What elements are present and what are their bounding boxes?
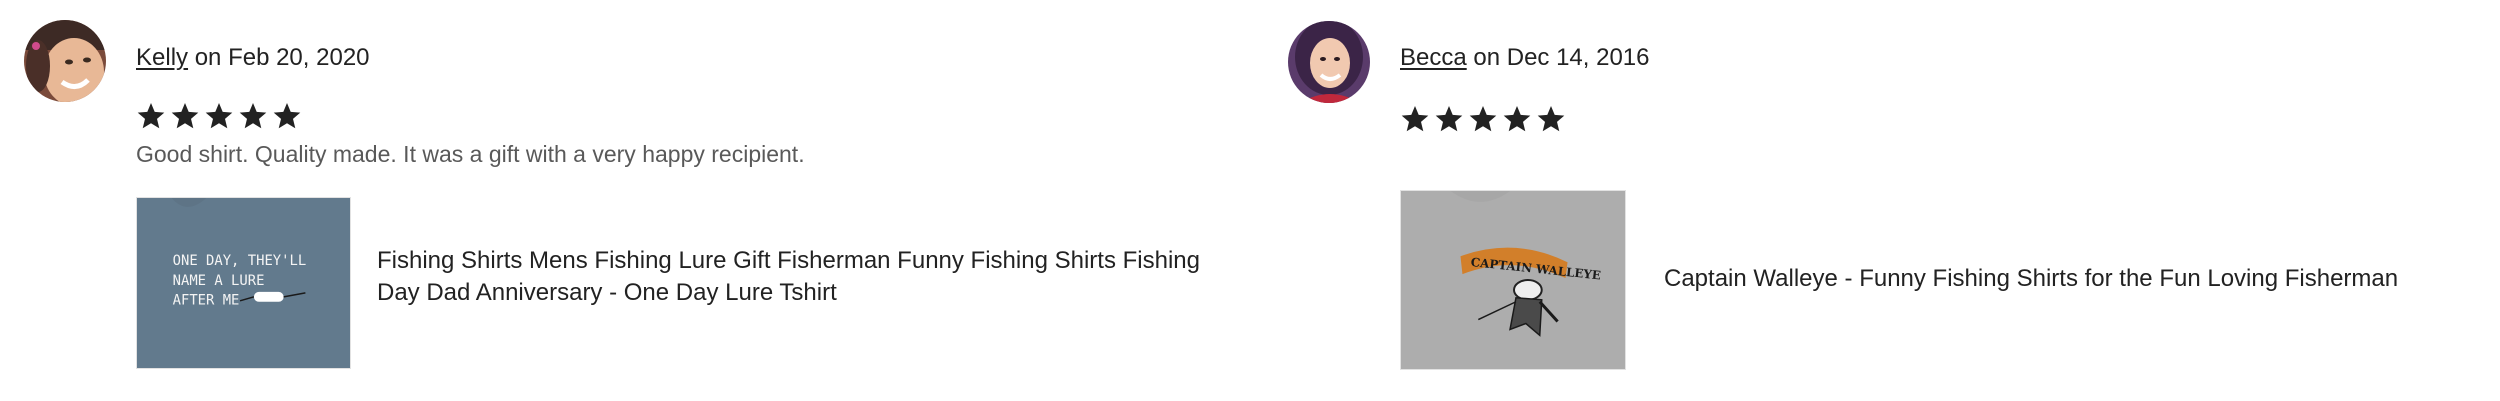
review-date: Dec 14, 2016 (1506, 44, 1650, 71)
reviewer-name-link[interactable]: Kelly (136, 44, 188, 71)
date-prefix: on (1466, 44, 1507, 71)
product-thumbnail[interactable]: CAPTAIN WALLEYE (1400, 190, 1626, 370)
review-card: Becca on Dec 14, 2016 CAPTAIN WALLEYE Ca… (1270, 0, 2500, 401)
date-prefix: on (188, 44, 229, 71)
star-icon (204, 101, 234, 131)
lure-graphic (253, 291, 284, 302)
review-byline: Kelly on Feb 20, 2020 (136, 43, 370, 73)
product-thumbnail[interactable]: ONE DAY, THEY'LL NAME A LURE AFTER ME (136, 197, 351, 369)
shirt-print-line-2: NAME A LURE (173, 273, 265, 289)
reviewer-name-link[interactable]: Becca (1400, 44, 1467, 71)
shirt-print-line-3: AFTER ME (173, 293, 240, 309)
star-rating (136, 101, 302, 131)
star-icon (1468, 104, 1498, 134)
star-icon (1502, 104, 1532, 134)
star-icon (1400, 104, 1430, 134)
product-link[interactable]: CAPTAIN WALLEYE Captain Walleye - Funny … (1400, 190, 2466, 370)
star-icon (1434, 104, 1464, 134)
product-title[interactable]: Captain Walleye - Funny Fishing Shirts f… (1664, 263, 2464, 295)
star-icon (238, 101, 268, 131)
avatar[interactable] (1288, 21, 1370, 103)
review-byline: Becca on Dec 14, 2016 (1400, 43, 1650, 73)
star-icon (136, 101, 166, 131)
star-rating (1400, 104, 1566, 134)
product-title[interactable]: Fishing Shirts Mens Fishing Lure Gift Fi… (377, 245, 1217, 309)
avatar[interactable] (24, 20, 106, 102)
star-icon (1536, 104, 1566, 134)
review-text: Good shirt. Quality made. It was a gift … (136, 141, 805, 167)
review-card: Kelly on Feb 20, 2020 Good shirt. Qualit… (0, 0, 1270, 401)
review-date: Feb 20, 2020 (228, 44, 370, 71)
star-icon (272, 101, 302, 131)
shirt-print-line-1: ONE DAY, THEY'LL (173, 253, 307, 269)
product-link[interactable]: ONE DAY, THEY'LL NAME A LURE AFTER ME Fi… (136, 197, 1236, 369)
star-icon (170, 101, 200, 131)
reviews-row: Kelly on Feb 20, 2020 Good shirt. Qualit… (0, 0, 2500, 401)
